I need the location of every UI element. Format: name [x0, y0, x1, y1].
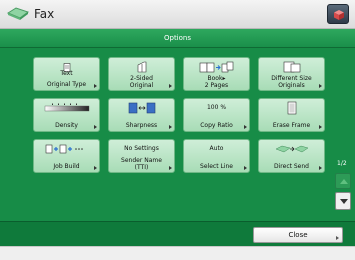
- tile-density-label: Density: [55, 122, 78, 129]
- more-arrow-icon: [319, 166, 322, 170]
- tile-different-size-originals[interactable]: Different Size Originals: [258, 57, 325, 91]
- tile-select-line[interactable]: Auto Select Line: [183, 139, 250, 173]
- fax-icon: [6, 4, 30, 24]
- more-arrow-icon: [336, 236, 339, 240]
- job-build-icon: [34, 142, 99, 156]
- page-indicator: 1/2: [337, 160, 347, 167]
- tile-copy-ratio[interactable]: 100 % Copy Ratio: [183, 98, 250, 132]
- options-panel: Options Text Original Type 2-Sided Origi…: [0, 29, 355, 246]
- page-title: Fax: [34, 7, 55, 21]
- tile-original-type[interactable]: Text Original Type: [33, 57, 100, 91]
- more-arrow-icon: [169, 125, 172, 129]
- more-arrow-icon: [94, 166, 97, 170]
- more-arrow-icon: [94, 84, 97, 88]
- menu-button[interactable]: [327, 4, 349, 24]
- tile-density[interactable]: Density: [33, 98, 100, 132]
- tile-original-type-value: Text: [60, 70, 73, 77]
- tile-job-build[interactable]: Job Build: [33, 139, 100, 173]
- tile-direct-send[interactable]: Direct Send: [258, 139, 325, 173]
- tile-sender-name-value: No Settings: [124, 145, 159, 152]
- tile-sharpness[interactable]: Sharpness: [108, 98, 175, 132]
- more-arrow-icon: [169, 84, 172, 88]
- erase-frame-icon: [259, 101, 324, 115]
- tile-two-sided-label: 2-Sided Original: [129, 75, 154, 89]
- tile-two-sided-original[interactable]: 2-Sided Original: [108, 57, 175, 91]
- tile-copy-ratio-value: 100 %: [206, 104, 227, 111]
- tile-erase-frame[interactable]: Erase Frame: [258, 98, 325, 132]
- bottom-bar: Close: [0, 221, 355, 246]
- tile-sharpness-label: Sharpness: [125, 122, 158, 129]
- more-arrow-icon: [319, 125, 322, 129]
- close-button[interactable]: Close: [253, 227, 343, 243]
- options-header: Options: [0, 29, 355, 48]
- tile-copy-ratio-label: Copy Ratio: [200, 122, 233, 129]
- options-grid: Text Original Type 2-Sided Original Book…: [27, 52, 329, 218]
- different-size-icon: [259, 60, 324, 74]
- more-arrow-icon: [319, 84, 322, 88]
- more-arrow-icon: [94, 125, 97, 129]
- tile-original-type-label: Original Type: [46, 81, 87, 88]
- tile-select-line-value: Auto: [209, 145, 224, 152]
- tile-select-line-label: Select Line: [200, 163, 233, 170]
- more-arrow-icon: [244, 125, 247, 129]
- density-scale-icon: [34, 101, 99, 115]
- status-bar: [0, 246, 355, 260]
- title-bar: Fax: [0, 0, 355, 29]
- direct-send-icon: [259, 142, 324, 156]
- two-sided-icon: [109, 60, 174, 74]
- book-to-pages-icon: [184, 60, 249, 74]
- tile-job-build-label: Job Build: [53, 163, 80, 170]
- more-arrow-icon: [169, 166, 172, 170]
- scroll-up-button[interactable]: [335, 173, 351, 189]
- sharpness-icon: [109, 101, 174, 115]
- tile-different-size-label: Different Size Originals: [271, 75, 312, 89]
- close-button-label: Close: [288, 231, 308, 239]
- tile-sender-name-label: Sender Name (TTI): [121, 157, 162, 171]
- tile-erase-frame-label: Erase Frame: [272, 122, 311, 129]
- tile-book-2-pages[interactable]: Book▸ 2 Pages: [183, 57, 250, 91]
- scroll-down-button[interactable]: [335, 192, 351, 210]
- tile-sender-name[interactable]: No Settings Sender Name (TTI): [108, 139, 175, 173]
- more-arrow-icon: [244, 166, 247, 170]
- tile-book-2-pages-label: Book▸ 2 Pages: [204, 75, 229, 89]
- tile-direct-send-label: Direct Send: [274, 163, 309, 170]
